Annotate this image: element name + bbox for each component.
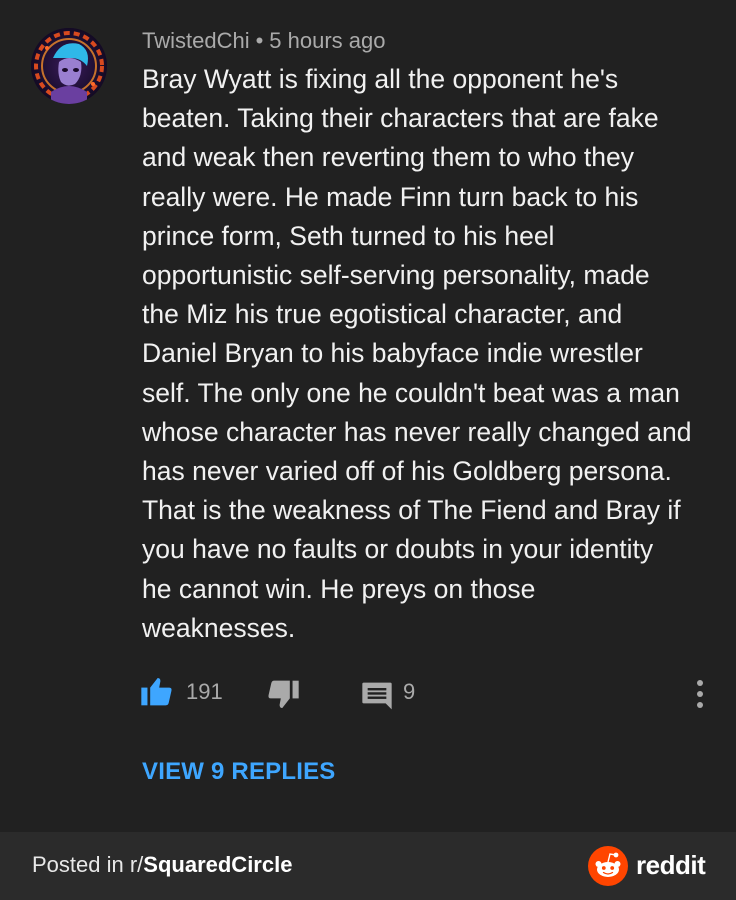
thumbs-down-icon (268, 680, 299, 708)
comment-actions: 191 9 (0, 672, 736, 712)
like-button[interactable] (140, 676, 174, 706)
comment-bubble-icon (362, 682, 392, 710)
comment-line: the Miz his true egotistical character, … (142, 299, 623, 330)
vertical-dots-icon (697, 680, 703, 708)
comment-line: Daniel Bryan to his babyface indie wrest… (142, 338, 643, 369)
comment-line: beaten. Taking their characters that are… (142, 103, 659, 134)
comment-body: Bray Wyatt is fixing all the opponent he… (142, 60, 722, 648)
dislike-button[interactable] (266, 680, 300, 710)
thumbs-up-icon (141, 678, 172, 706)
comment-line: opportunistic self-serving personality, … (142, 260, 650, 291)
comment-line: he cannot win. He preys on those (142, 573, 536, 604)
comment-line: you have no faults or doubts in your ide… (142, 534, 654, 565)
more-options-button[interactable] (690, 678, 710, 710)
avatar[interactable] (31, 28, 107, 104)
comment-line: self. The only one he couldn't beat was … (142, 377, 680, 408)
reddit-wordmark: reddit (636, 850, 706, 880)
posted-in-text: Posted in r/SquaredCircle (32, 852, 292, 878)
avatar-image (31, 28, 107, 104)
comment-line: whose character has never really changed… (142, 416, 692, 447)
comment-line: and weak then reverting them to who they (142, 142, 635, 173)
comment-line: That is the weakness of The Fiend and Br… (142, 495, 681, 526)
comment: TwistedChi • 5 hours ago Bray Wyatt is fix… (0, 0, 736, 832)
comment-line: has never varied off of his Goldberg per… (142, 456, 672, 487)
author-name[interactable]: TwistedChi (142, 28, 250, 53)
footer-bar: Posted in r/SquaredCircle reddit (0, 832, 736, 900)
view-replies-link[interactable]: VIEW 9 REPLIES (142, 758, 336, 786)
comment-line: really were. He made Finn turn back to h… (142, 181, 639, 212)
comment-line: Bray Wyatt is fixing all the opponent he… (142, 64, 619, 94)
reply-button[interactable] (361, 681, 393, 711)
reddit-alien-icon[interactable] (588, 846, 628, 886)
reply-count: 9 (403, 679, 416, 704)
posted-in-prefix: Posted in r/ (32, 852, 144, 877)
meta-separator: • (255, 28, 264, 53)
comment-line: prince form, Seth turned to his heel (142, 220, 555, 251)
timestamp: 5 hours ago (269, 28, 386, 53)
like-count: 191 (186, 679, 223, 704)
subreddit-link[interactable]: SquaredCircle (143, 852, 292, 877)
comment-meta: TwistedChi • 5 hours ago (142, 27, 386, 55)
comment-line: weaknesses. (142, 612, 296, 643)
